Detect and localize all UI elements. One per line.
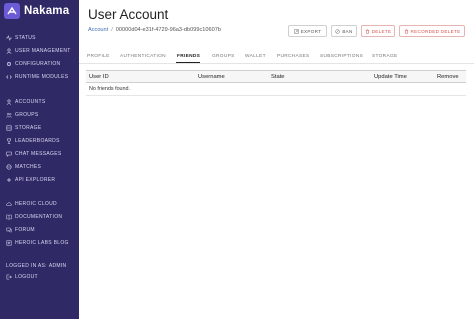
sidebar-item-documentation[interactable]: DOCUMENTATION — [6, 212, 62, 222]
account-tabs: PROFILE AUTHENTICATION FRIENDS GROUPS WA… — [79, 49, 474, 63]
forum-icon — [6, 227, 12, 233]
sidebar-item-configuration[interactable]: CONFIGURATION — [6, 59, 60, 69]
tab-authentication[interactable]: AUTHENTICATION — [120, 49, 166, 63]
sidebar-item-groups[interactable]: GROUPS — [6, 110, 38, 120]
column-header-remove[interactable]: Remove — [437, 71, 459, 83]
table-row: No friends found. — [86, 83, 466, 96]
breadcrumb-separator: / — [111, 27, 113, 33]
sidebar-item-storage[interactable]: STORAGE — [6, 123, 41, 133]
trophy-icon — [6, 138, 12, 144]
logout-icon — [6, 274, 12, 280]
ban-button-label: BAN — [342, 28, 353, 34]
tab-purchases[interactable]: PURCHASES — [277, 49, 310, 63]
sidebar-item-status[interactable]: STATUS — [6, 33, 36, 43]
sidebar-item-label: DOCUMENTATION — [15, 214, 63, 220]
sidebar-item-label: RUNTIME MODULES — [15, 74, 69, 80]
book-icon — [6, 214, 12, 220]
status-icon — [6, 35, 12, 41]
breadcrumb-account-id: 00000d04-e31f-4729-96a3-db099c10607b — [115, 27, 221, 33]
sidebar-item-label: CHAT MESSAGES — [15, 151, 62, 157]
sidebar-item-label: USER MANAGEMENT — [15, 48, 71, 54]
blog-icon — [6, 240, 12, 246]
column-header-state[interactable]: State — [271, 71, 285, 83]
brand[interactable]: Nakama — [4, 3, 69, 19]
logged-in-label: LOGGED IN AS: — [6, 263, 47, 269]
code-icon — [6, 74, 12, 80]
users-icon — [6, 48, 12, 54]
sidebar-item-user-management[interactable]: USER MANAGEMENT — [6, 46, 71, 56]
sidebar-item-leaderboards[interactable]: LEADERBOARDS — [6, 136, 60, 146]
recorded-delete-button[interactable]: RECORDED DELETE — [399, 25, 465, 37]
sidebar-item-label: HEROIC LABS BLOG — [15, 240, 69, 246]
sidebar-item-label: CONFIGURATION — [15, 61, 61, 67]
sidebar-item-forum[interactable]: FORUM — [6, 225, 35, 235]
sidebar-item-label: STATUS — [15, 35, 36, 41]
api-icon — [6, 177, 12, 183]
breadcrumb: Account/00000d04-e31f-4729-96a3-db099c10… — [88, 27, 221, 33]
sidebar-item-label: HEROIC CLOUD — [15, 201, 57, 207]
export-icon — [293, 28, 299, 34]
page-title: User Account — [88, 7, 169, 22]
brand-name: Nakama — [24, 5, 70, 17]
sidebar-item-accounts[interactable]: ACCOUNTS — [6, 97, 45, 107]
tabs-divider — [79, 63, 474, 64]
sidebar-item-heroic-cloud[interactable]: HEROIC CLOUD — [6, 199, 57, 209]
tab-groups[interactable]: GROUPS — [212, 49, 235, 63]
sidebar-item-label: MATCHES — [15, 164, 42, 170]
sidebar-item-runtime-modules[interactable]: RUNTIME MODULES — [6, 72, 68, 82]
tab-subscriptions[interactable]: SUBSCRIPTIONS — [320, 49, 363, 63]
export-button-label: EXPORT — [300, 28, 322, 34]
person-icon — [6, 99, 12, 105]
sidebar-item-label: LEADERBOARDS — [15, 138, 60, 144]
sidebar-item-label: ACCOUNTS — [15, 99, 46, 105]
column-header-update-time[interactable]: Update Time — [374, 71, 407, 83]
sidebar-item-label: FORUM — [15, 227, 35, 233]
delete-button[interactable]: DELETE — [361, 25, 395, 37]
group-icon — [6, 112, 12, 118]
match-icon — [6, 164, 12, 170]
storage-icon — [6, 125, 12, 131]
breadcrumb-account-link[interactable]: Account — [88, 27, 108, 33]
tab-wallet[interactable]: WALLET — [245, 49, 266, 63]
sidebar-item-heroic-labs-blog[interactable]: HEROIC LABS BLOG — [6, 238, 69, 248]
sidebar-item-label: LOGOUT — [15, 274, 38, 280]
sidebar-item-chat-messages[interactable]: CHAT MESSAGES — [6, 149, 62, 159]
gear-icon — [6, 61, 12, 67]
tab-storage[interactable]: STORAGE — [372, 49, 397, 63]
ban-icon — [335, 28, 340, 34]
sidebar-item-label: GROUPS — [15, 112, 39, 118]
sidebar-item-logout[interactable]: LOGOUT — [6, 272, 38, 282]
main-content: User Account Account/00000d04-e31f-4729-… — [79, 0, 474, 319]
sidebar-item-label: API EXPLORER — [15, 177, 56, 183]
tab-friends[interactable]: FRIENDS — [177, 49, 200, 63]
empty-state-message: No friends found. — [89, 86, 131, 92]
column-header-user-id[interactable]: User ID — [89, 71, 109, 83]
sidebar-item-matches[interactable]: MATCHES — [6, 162, 41, 172]
sidebar: Nakama STATUS USER MANAGEMENT CONFIGURAT… — [0, 0, 79, 319]
chat-icon — [6, 151, 12, 157]
delete-button-label: DELETE — [371, 28, 392, 34]
recorded-delete-button-label: RECORDED DELETE — [410, 28, 461, 34]
sidebar-item-label: STORAGE — [15, 125, 42, 131]
logged-in-info: LOGGED IN AS: ADMIN — [6, 263, 68, 269]
table-header: User ID Username State Update Time Remov… — [86, 70, 466, 83]
ban-button[interactable]: BAN — [331, 25, 357, 37]
friends-table: User ID Username State Update Time Remov… — [86, 70, 466, 96]
sidebar-item-api-explorer[interactable]: API EXPLORER — [6, 175, 55, 185]
nakama-logo-icon — [4, 3, 20, 19]
trash-icon — [365, 28, 370, 34]
export-button[interactable]: EXPORT — [288, 25, 327, 37]
cloud-icon — [6, 201, 12, 207]
logged-in-user: ADMIN — [48, 263, 67, 269]
trash-icon — [404, 28, 409, 34]
tab-profile[interactable]: PROFILE — [87, 49, 110, 63]
column-header-username[interactable]: Username — [198, 71, 225, 83]
